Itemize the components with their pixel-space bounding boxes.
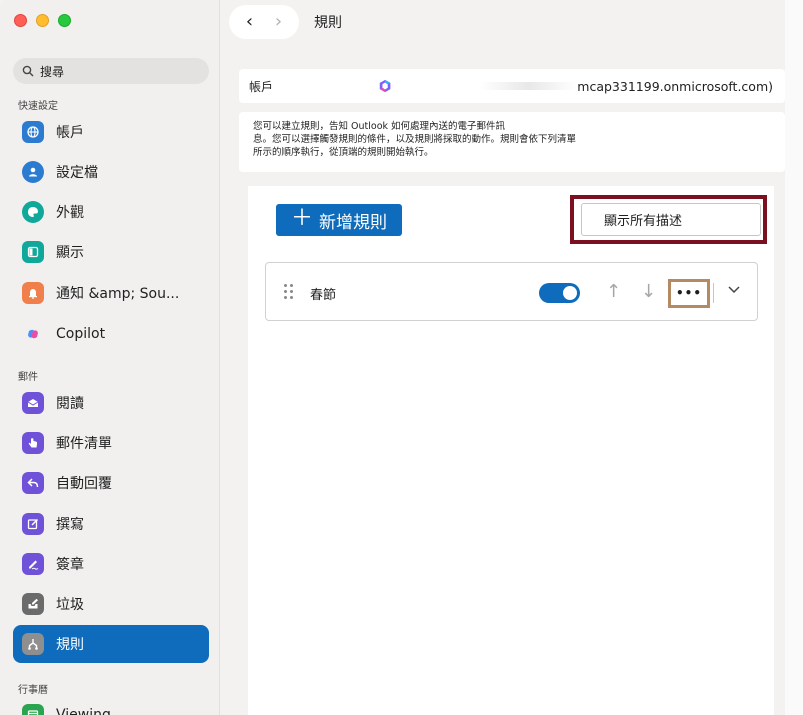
- sidebar-item-label: 郵件清單: [56, 436, 112, 452]
- add-rule-button[interactable]: ＋ 新增規則: [276, 204, 402, 236]
- sidebar-item-compose[interactable]: 撰寫: [13, 505, 209, 543]
- move-up-icon[interactable]: ↑: [606, 281, 621, 302]
- sidebar-item-label: 通知 &amp; Sou...: [56, 286, 180, 302]
- divider: [713, 283, 714, 303]
- description-line: 您可以建立規則，告知 Outlook 如何處理內送的電子郵件訊: [253, 121, 506, 132]
- globe-icon: [22, 121, 44, 143]
- description-line: 所示的順序執行，從頂端的規則開始執行。: [253, 147, 434, 158]
- list-hand-icon: [22, 432, 44, 454]
- section-mail: 郵件: [18, 372, 38, 383]
- rule-name: 春節: [310, 288, 337, 303]
- sidebar-item-account[interactable]: 帳戶: [13, 113, 209, 151]
- sidebar: 搜尋 快速設定 帳戶 設定檔 外觀 顯示 通知 &amp; Sou... Cop…: [0, 0, 220, 715]
- sidebar-item-label: 閱讀: [56, 396, 84, 412]
- sidebar-item-junk[interactable]: 垃圾: [13, 585, 209, 623]
- sidebar-item-notifications[interactable]: 通知 &amp; Sou...: [13, 274, 209, 312]
- rule-enabled-toggle[interactable]: [539, 283, 580, 303]
- sidebar-item-label: 規則: [56, 637, 84, 653]
- junk-icon: [22, 593, 44, 615]
- sidebar-item-profile[interactable]: 設定檔: [13, 153, 209, 191]
- layout-icon: [22, 241, 44, 263]
- person-icon: [22, 161, 44, 183]
- account-selector[interactable]: 帳戶 mcap331199.onmicrosoft.com): [239, 69, 785, 103]
- calendar-icon: [22, 704, 44, 715]
- sidebar-item-reading[interactable]: 閱讀: [13, 384, 209, 422]
- sidebar-item-label: 撰寫: [56, 517, 84, 533]
- back-button[interactable]: ‹: [246, 13, 253, 31]
- copilot-icon: [22, 323, 44, 345]
- account-label: 帳戶: [249, 79, 274, 94]
- sidebar-item-signature[interactable]: 簽章: [13, 545, 209, 583]
- sidebar-item-viewing[interactable]: Viewing: [13, 696, 209, 715]
- reply-icon: [22, 472, 44, 494]
- rules-icon: [22, 633, 44, 655]
- rules-description: 您可以建立規則，告知 Outlook 如何處理內送的電子郵件訊 息。您可以選擇觸…: [239, 112, 785, 172]
- sidebar-item-label: 設定檔: [56, 165, 98, 181]
- envelope-open-icon: [22, 392, 44, 414]
- sidebar-item-label: 顯示: [56, 245, 84, 261]
- search-label: 搜尋: [40, 64, 65, 79]
- window-controls: [14, 14, 71, 27]
- sidebar-item-display[interactable]: 顯示: [13, 233, 209, 271]
- forward-button[interactable]: ›: [275, 13, 282, 31]
- chevron-down-icon[interactable]: [726, 281, 742, 297]
- sidebar-item-label: 簽章: [56, 557, 84, 573]
- microsoft-365-logo-icon: [379, 79, 391, 93]
- add-rule-label: 新增規則: [319, 212, 387, 233]
- search-icon: [22, 65, 34, 77]
- sidebar-item-auto-reply[interactable]: 自動回覆: [13, 464, 209, 502]
- sidebar-item-message-list[interactable]: 郵件清單: [13, 424, 209, 462]
- rule-item[interactable]: 春節 ↑ ↓ •••: [265, 262, 758, 321]
- sidebar-item-appearance[interactable]: 外觀: [13, 193, 209, 231]
- sidebar-item-label: Viewing: [56, 707, 111, 715]
- palette-icon: [22, 201, 44, 223]
- sidebar-item-label: 垃圾: [56, 597, 84, 613]
- section-quick-settings: 快速設定: [18, 101, 58, 112]
- history-nav: ‹ ›: [229, 5, 299, 39]
- minimize-window-button[interactable]: [36, 14, 49, 27]
- account-name-redacted: [480, 82, 578, 90]
- search-input[interactable]: 搜尋: [13, 58, 209, 84]
- signature-icon: [22, 553, 44, 575]
- description-line: 息。您可以選擇觸發規則的條件，以及規則將採取的動作。規則會依下列清單: [253, 134, 577, 145]
- more-options-button[interactable]: •••: [674, 284, 704, 302]
- move-down-icon[interactable]: ↓: [641, 281, 656, 302]
- window-edge: [785, 0, 803, 715]
- compose-icon: [22, 513, 44, 535]
- drag-handle-icon[interactable]: [284, 284, 294, 300]
- sidebar-item-label: Copilot: [56, 326, 106, 342]
- section-calendar: 行事曆: [18, 685, 48, 696]
- sidebar-item-copilot[interactable]: Copilot: [13, 315, 209, 353]
- topbar: ‹ › 規則: [229, 5, 342, 39]
- sidebar-item-label: 自動回覆: [56, 476, 112, 492]
- sidebar-item-label: 帳戶: [56, 125, 84, 141]
- plus-icon: ＋: [290, 206, 313, 231]
- page-title: 規則: [314, 15, 342, 31]
- zoom-window-button[interactable]: [58, 14, 71, 27]
- close-window-button[interactable]: [14, 14, 27, 27]
- sidebar-item-label: 外觀: [56, 205, 84, 221]
- sidebar-item-rules[interactable]: 規則: [13, 625, 209, 663]
- bell-icon: [22, 282, 44, 304]
- show-all-descriptions-button[interactable]: 顯示所有描述: [581, 203, 761, 236]
- account-email: mcap331199.onmicrosoft.com): [577, 78, 774, 94]
